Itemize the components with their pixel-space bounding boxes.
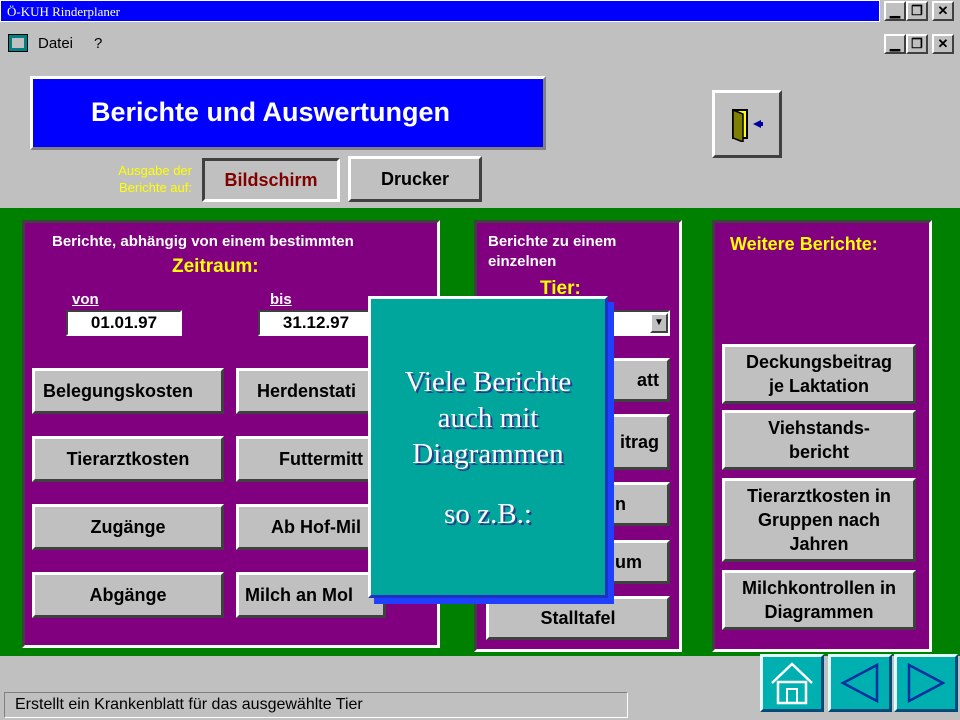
menu-datei[interactable]: Datei [38, 35, 73, 52]
doc-restore-button[interactable]: ❐ [906, 34, 928, 54]
animal-heading-line2: einzelnen [488, 253, 557, 270]
status-text: Erstellt ein Krankenblatt für das ausgew… [4, 692, 628, 718]
title-bar: Ö-KUH Rinderplaner [0, 0, 880, 22]
doc-minimize-button[interactable]: ▁ [884, 34, 906, 54]
deckungsbeitrag-animal-button[interactable]: itrag [598, 414, 670, 470]
animal-heading-line1: Berichte zu einem [488, 233, 617, 250]
callout-line1: Viele Berichte [404, 366, 572, 398]
button-line: bericht [788, 442, 849, 462]
callout-line2: auch mit [437, 402, 539, 434]
ab-hof-milch-button[interactable]: Ab Hof-Mil [236, 504, 386, 550]
menu-bar [0, 30, 960, 58]
viehstandsbericht-button[interactable]: Viehstands- bericht [722, 410, 916, 470]
menu-help[interactable]: ? [94, 35, 102, 52]
restore-button[interactable]: ❐ [906, 1, 928, 21]
screen-output-button[interactable]: Bildschirm [202, 158, 340, 202]
previous-button[interactable] [828, 654, 892, 712]
window-title: Ö-KUH Rinderplaner [7, 4, 120, 19]
tierarztkosten-button[interactable]: Tierarztkosten [32, 436, 224, 482]
herdenstatistik-button[interactable]: Herdenstati [236, 368, 386, 414]
from-label: von [72, 291, 99, 308]
belegungskosten-button[interactable]: Belegungskosten [32, 368, 224, 414]
triangle-left-icon [840, 662, 879, 704]
page-title: Berichte und Auswertungen [91, 97, 451, 127]
button-line: Diagrammen [764, 602, 874, 622]
period-subheading: Zeitraum: [172, 256, 259, 277]
exit-button[interactable] [712, 90, 782, 158]
animal-select[interactable]: ▼ [600, 310, 670, 336]
page-banner: Berichte und Auswertungen [30, 76, 546, 150]
futtermittel-button[interactable]: Futtermitt [236, 436, 386, 482]
button-line: Viehstands- [768, 418, 870, 438]
output-label-line2: Berichte auf: [119, 180, 192, 195]
close-button[interactable]: ✕ [932, 1, 954, 21]
abgaenge-button[interactable]: Abgänge [32, 572, 224, 618]
dropdown-arrow-icon[interactable]: ▼ [650, 313, 668, 333]
output-label-line1: Ausgabe der [118, 163, 192, 178]
triangle-right-icon [907, 662, 946, 704]
button-line: je Laktation [768, 376, 870, 396]
exit-door-icon [732, 108, 763, 142]
button-line: Jahren [789, 534, 849, 554]
doc-close-button[interactable]: ✕ [932, 34, 954, 54]
milch-an-molkerei-button[interactable]: Milch an Mol [236, 572, 386, 618]
animal-report-4-button[interactable]: um [598, 540, 670, 584]
zugaenge-button[interactable]: Zugänge [32, 504, 224, 550]
from-date-input[interactable]: 01.01.97 [66, 310, 182, 336]
printer-output-button[interactable]: Drucker [348, 156, 482, 202]
animal-report-3-button[interactable]: n [598, 482, 670, 526]
to-date-input[interactable]: 31.12.97 [258, 310, 374, 336]
stalltafel-button[interactable]: Stalltafel [486, 596, 670, 640]
minimize-button[interactable]: ▁ [884, 1, 906, 21]
deckungsbeitrag-laktation-button[interactable]: Deckungsbeitrag je Laktation [722, 344, 916, 404]
home-button[interactable] [760, 654, 824, 712]
krankenblatt-button[interactable]: att [598, 358, 670, 402]
button-line: Milchkontrollen in [741, 578, 896, 598]
info-callout: Viele Berichte auch mit Diagrammen so z.… [368, 296, 608, 598]
button-line: Tierarztkosten in [747, 486, 891, 506]
milchkontrollen-diagramme-button[interactable]: Milchkontrollen in Diagrammen [722, 570, 916, 630]
tierarztkosten-gruppen-button[interactable]: Tierarztkosten in Gruppen nach Jahren [722, 478, 916, 562]
button-line: Gruppen nach [757, 510, 880, 530]
output-label: Ausgabe der Berichte auf: [92, 162, 192, 196]
period-heading: Berichte, abhängig von einem bestimmten [52, 233, 354, 250]
next-button[interactable] [894, 654, 958, 712]
button-line: Deckungsbeitrag [745, 352, 893, 372]
callout-line3: Diagrammen [412, 438, 564, 470]
more-heading: Weitere Berichte: [730, 234, 878, 254]
app-icon[interactable] [8, 34, 28, 52]
callout-line4: so z.B.: [444, 498, 532, 530]
to-label: bis [270, 291, 292, 308]
home-icon [771, 662, 813, 705]
